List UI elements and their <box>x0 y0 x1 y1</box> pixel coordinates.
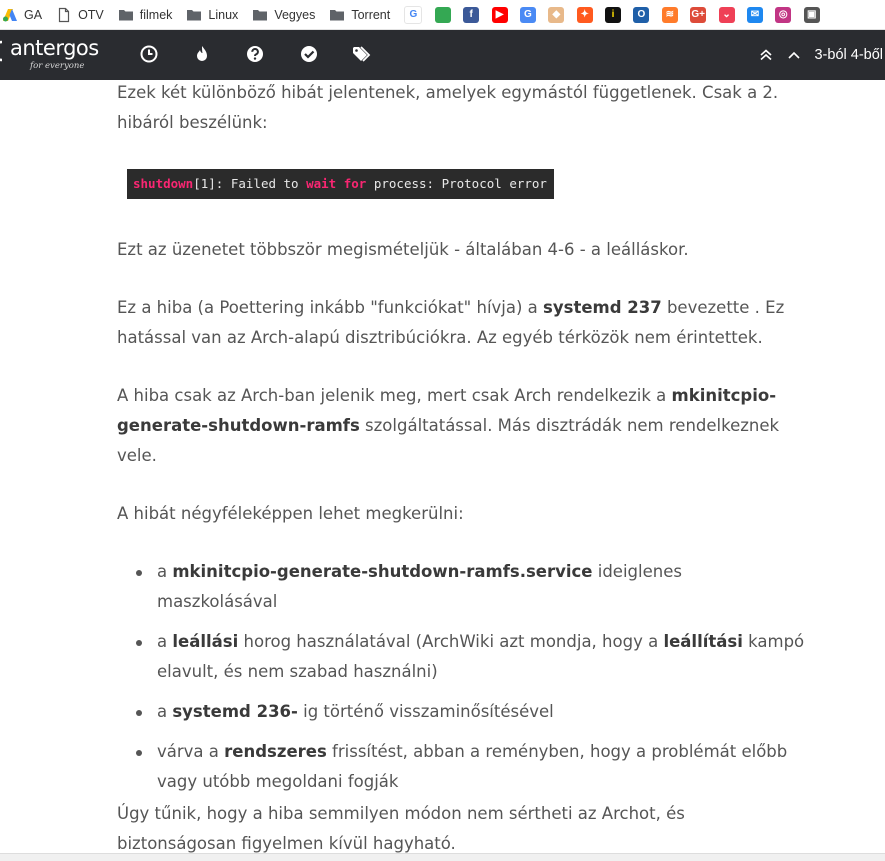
code-token: for <box>343 176 367 191</box>
bookmark-label: GA <box>24 7 43 22</box>
list-item: a systemd 236- ig történő visszaminősíté… <box>136 697 807 727</box>
clock-icon[interactable] <box>138 43 160 65</box>
folder-icon <box>118 9 133 20</box>
text-run: a <box>157 702 173 721</box>
facebook-icon[interactable]: f <box>463 6 480 23</box>
bookmarks-bar: GA OTV filmek Linux Vegyes Torrent Gf ▶ G ◆… <box>0 0 885 30</box>
code-token: shutdown <box>133 176 194 191</box>
bold-text: rendszeres <box>224 742 327 761</box>
youtube-icon[interactable]: ▶ <box>491 6 508 23</box>
bold-text: leállási <box>172 632 239 651</box>
workaround-list: a mkinitcpio-generate-shutdown-ramfs.ser… <box>117 557 807 797</box>
google-translate-icon[interactable]: G <box>519 6 536 23</box>
paragraph: A hibát négyféleképpen lehet megkerülni: <box>117 504 464 523</box>
bold-text: systemd 236- <box>172 702 298 721</box>
paragraph: Ez a hiba (a Poettering inkább "funkciók… <box>117 293 807 353</box>
question-icon[interactable] <box>244 43 266 65</box>
o-box-icon[interactable]: O <box>633 6 650 23</box>
pagination: 3-ból 4-ből <box>758 42 885 68</box>
google-ads-icon <box>3 8 17 21</box>
paragraph: A hiba csak az Arch-ban jelenik meg, mer… <box>117 381 807 471</box>
bold-text: leállítási <box>663 632 743 651</box>
text-run: várva a <box>157 742 225 761</box>
instagram-icon[interactable]: ◎ <box>775 6 792 23</box>
text-run: a <box>157 632 173 651</box>
bookmark-folder-linux[interactable]: Linux <box>186 7 238 23</box>
text-run: horog használatával (ArchWiki azt mondja… <box>238 632 664 651</box>
folder-icon <box>187 9 202 20</box>
list-item: a mkinitcpio-generate-shutdown-ramfs.ser… <box>136 557 807 617</box>
favicon-bookmarks: Gf ▶ G ◆ ✦ i O ≋ G+ ⌄ ✉ ◎ ▣ <box>398 5 826 24</box>
bookmark-label: OTV <box>78 7 104 22</box>
list-item: a leállási horog használatával (ArchWiki… <box>136 627 807 687</box>
code-token: [1]: Failed to <box>193 176 307 191</box>
bookmark-folder-vegyes[interactable]: Vegyes <box>252 7 315 23</box>
rocket-icon[interactable]: ✦ <box>576 6 593 23</box>
logo-text: antergos <box>10 36 99 60</box>
bookmark-folder-torrent[interactable]: Torrent <box>329 7 390 23</box>
paragraph: Ezt az üzenetet többször megismételjük -… <box>117 240 689 259</box>
fire-icon[interactable] <box>191 43 213 65</box>
code-block: shutdown[1]: Failed to wait for process:… <box>127 169 554 199</box>
article-body: Ezek két különböző hibát jelentenek, ame… <box>117 78 807 859</box>
bold-text: systemd 237 <box>543 298 662 317</box>
page-counter: 3-ból 4-ből <box>814 47 883 63</box>
site-header: antergos for everyone 3-ból 4-ből <box>0 30 885 80</box>
paragraph: Úgy tűnik, hogy a hiba semmilyen módon n… <box>117 804 685 853</box>
bookmark-label: filmek <box>139 7 173 22</box>
chevron-up-icon[interactable] <box>786 47 802 63</box>
google-plus-icon[interactable]: G+ <box>690 6 707 23</box>
code-token: process: Protocol error <box>366 176 547 191</box>
bookmark-label: Linux <box>208 7 239 22</box>
tags-icon[interactable] <box>351 43 373 65</box>
folder-icon <box>253 9 268 20</box>
check-circle-icon[interactable] <box>298 43 320 65</box>
antergos-logo[interactable]: antergos for everyone <box>0 36 100 74</box>
page-icon <box>58 7 70 22</box>
soundcloud-icon[interactable]: ≋ <box>661 6 678 23</box>
bookmark-otv[interactable]: OTV <box>56 7 104 23</box>
antergos-mark-icon <box>0 40 3 62</box>
logo-tagline: for everyone <box>30 61 85 71</box>
info-icon[interactable]: i <box>605 6 622 23</box>
pocket-icon[interactable]: ⌄ <box>718 6 735 23</box>
bookmark-label: Vegyes <box>274 7 316 22</box>
bold-text: mkinitcpio-generate-shutdown-ramfs.servi… <box>172 562 593 581</box>
messenger-icon[interactable]: ✉ <box>746 6 763 23</box>
package-icon[interactable]: ◆ <box>548 6 565 23</box>
code-wrapper: shutdown[1]: Failed to wait for process:… <box>127 168 807 199</box>
folder-icon <box>330 9 345 20</box>
double-chevron-up-icon[interactable] <box>758 47 774 63</box>
text-run: ig történő visszaminősítésével <box>297 702 554 721</box>
text-run: a <box>157 562 173 581</box>
text-run: A hiba csak az Arch-ban jelenik meg, mer… <box>117 386 672 405</box>
code-token: wait <box>306 176 337 191</box>
list-item: várva a rendszeres frissítést, abban a r… <box>136 737 807 797</box>
bookmark-ga[interactable]: GA <box>2 7 42 23</box>
bookmark-folder-filmek[interactable]: filmek <box>118 7 173 23</box>
text-run: Ez a hiba (a Poettering inkább "funkciók… <box>117 298 544 317</box>
video-icon[interactable]: ▣ <box>803 6 820 23</box>
bookmark-label: Torrent <box>351 7 391 22</box>
google-icon[interactable]: G <box>404 5 423 24</box>
paragraph: Ezek két különböző hibát jelentenek, ame… <box>117 83 779 132</box>
google-maps-icon[interactable] <box>434 6 451 23</box>
